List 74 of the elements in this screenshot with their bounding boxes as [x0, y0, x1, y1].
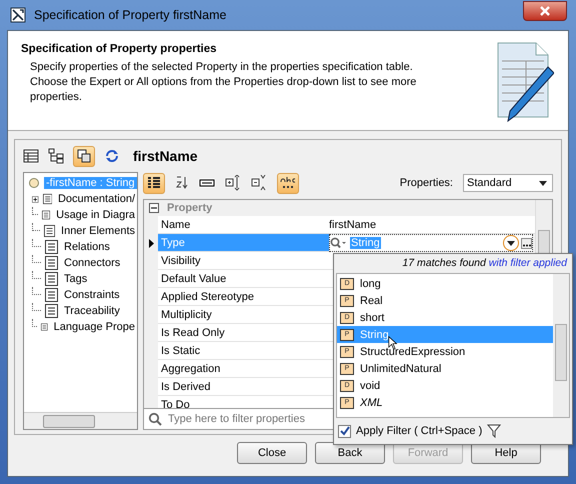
page-icon — [45, 288, 58, 302]
tree-item[interactable]: Tags — [62, 273, 90, 285]
copy-icon — [77, 149, 91, 163]
element-title: firstName — [133, 148, 198, 164]
document-pencil-icon — [496, 41, 554, 123]
collapse-icon[interactable] — [149, 203, 159, 213]
apply-filter-label: Apply Filter ( Ctrl+Space ) — [356, 425, 482, 437]
tree-item[interactable]: Connectors — [62, 257, 122, 269]
tree-icon[interactable] — [48, 148, 64, 164]
close-button[interactable] — [523, 1, 567, 21]
page-icon — [44, 224, 56, 238]
property-name[interactable]: Name — [158, 216, 329, 234]
filter-icon[interactable] — [487, 424, 502, 438]
apply-filter-checkbox[interactable] — [338, 424, 351, 438]
property-name[interactable]: Visibility — [158, 252, 329, 270]
match-status: 17 matches found with filter applied — [401, 256, 568, 271]
properties-dropdown[interactable]: Standard — [463, 174, 553, 192]
page-icon — [45, 272, 58, 286]
type-value: String — [350, 237, 381, 249]
property-name[interactable]: Aggregation — [158, 360, 329, 378]
categorized-toggle[interactable] — [143, 172, 165, 194]
page-icon — [45, 256, 58, 270]
tree-item[interactable]: Relations — [62, 241, 112, 253]
tree-item[interactable]: Traceability — [62, 305, 122, 317]
dropdown-arrow-icon — [507, 240, 515, 246]
properties-label: Properties: — [400, 177, 453, 189]
search-icon — [330, 237, 348, 249]
tree-item[interactable]: Constraints — [62, 289, 122, 301]
search-icon — [148, 412, 162, 426]
property-name[interactable]: Is Static — [158, 342, 329, 360]
list-icon — [147, 176, 161, 190]
window-title: Specification of Property firstName — [34, 8, 228, 22]
expand-icon[interactable] — [32, 194, 39, 204]
tree-item[interactable]: Usage in Diagra — [54, 209, 137, 221]
property-name[interactable]: Is Read Only — [158, 324, 329, 342]
page-icon — [42, 192, 52, 206]
property-name[interactable]: Is Derived — [158, 378, 329, 396]
sort-icon[interactable] — [175, 175, 189, 191]
refresh-icon[interactable] — [104, 148, 120, 164]
text-toggle[interactable] — [277, 172, 299, 194]
dialog-button[interactable]: Back — [315, 442, 385, 464]
horizontal-scrollbar[interactable] — [24, 412, 137, 429]
property-name[interactable]: Default Value — [158, 270, 329, 288]
tree-item[interactable]: Inner Elements — [59, 225, 137, 237]
table-icon[interactable] — [23, 149, 39, 163]
page-icon — [45, 240, 58, 254]
copy-toggle[interactable] — [73, 146, 95, 166]
property-name[interactable]: To Do — [158, 396, 329, 408]
dropdown-arrow-icon — [539, 180, 547, 186]
page-icon — [42, 208, 50, 222]
dialog-button[interactable]: Close — [237, 442, 307, 464]
property-name[interactable]: Applied Stereotype — [158, 288, 329, 306]
property-value: firstName — [329, 216, 535, 234]
current-row-icon — [148, 238, 154, 248]
tree-item[interactable]: Language Prope — [52, 321, 137, 333]
expand-all-icon[interactable] — [225, 175, 241, 191]
abc-dots-icon — [279, 175, 297, 191]
field-icon[interactable] — [199, 179, 215, 187]
check-icon — [340, 426, 350, 436]
page-icon — [45, 304, 58, 318]
tree-item[interactable]: Documentation/ — [56, 193, 137, 205]
vertical-scrollbar[interactable] — [553, 274, 569, 417]
property-name[interactable]: Multiplicity — [158, 306, 329, 324]
ellipsis-icon — [522, 244, 530, 246]
app-icon — [10, 7, 26, 23]
dropdown-button[interactable] — [503, 235, 519, 251]
close-icon — [539, 6, 551, 16]
filter-link[interactable]: with filter applied — [488, 257, 567, 269]
group-header: Property — [167, 202, 212, 214]
header-title: Specification of Property properties — [21, 43, 218, 55]
header-description: Specify properties of the selected Property in the properties specification table. Choose the Expert or All options from the Properties drop-down list to see more properties. — [29, 60, 418, 105]
more-button[interactable] — [521, 238, 532, 248]
property-icon — [28, 177, 40, 189]
collapse-all-icon[interactable] — [251, 175, 267, 191]
